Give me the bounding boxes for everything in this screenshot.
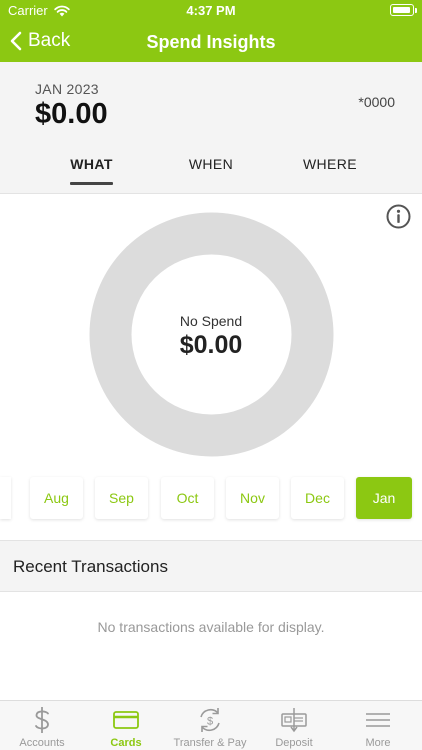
bottom-tab-bar: Accounts Cards $ Transfer & Pay Deposit … [0, 700, 422, 750]
battery-nub [415, 8, 417, 13]
donut-label: No Spend [179, 313, 243, 329]
dollar-icon [35, 707, 49, 733]
tabbar-item-deposit[interactable]: Deposit [252, 701, 336, 750]
tabbar-item-accounts[interactable]: Accounts [0, 701, 84, 750]
spend-summary: JAN 2023 $0.00 *0000 WHAT WHEN WHERE [0, 62, 422, 194]
account-number: *0000 [358, 94, 395, 110]
tabbar-item-cards[interactable]: Cards [84, 701, 168, 750]
battery-icon [390, 4, 414, 16]
svg-text:$: $ [207, 716, 213, 728]
recent-transactions-title: Recent Transactions [13, 557, 168, 576]
month-chip-dec[interactable]: Dec [291, 477, 344, 519]
check-deposit-icon [281, 708, 307, 733]
tabbar-label-cards: Cards [110, 737, 142, 749]
month-selector: Aug Sep Oct Nov Dec Jan [0, 474, 422, 522]
view-tabs: WHAT WHEN WHERE [0, 156, 422, 186]
month-chip-jan[interactable]: Jan [356, 477, 412, 519]
tabbar-item-transfer-pay[interactable]: $ Transfer & Pay [168, 701, 252, 750]
tab-what[interactable]: WHAT [70, 156, 113, 172]
month-chip-sep[interactable]: Sep [95, 477, 148, 519]
status-bar: Carrier 4:37 PM [0, 0, 422, 22]
tabbar-label-deposit: Deposit [275, 737, 313, 749]
total-spend: $0.00 [35, 98, 108, 130]
donut-value: $0.00 [179, 331, 243, 359]
tabbar-item-more[interactable]: More [336, 701, 420, 750]
month-chip-nov[interactable]: Nov [226, 477, 279, 519]
recent-transactions-header: Recent Transactions [0, 540, 422, 592]
tabbar-label-transfer-pay: Transfer & Pay [173, 737, 247, 749]
period-label: JAN 2023 [35, 81, 99, 97]
transfer-pay-icon: $ [200, 708, 220, 732]
tab-where[interactable]: WHERE [300, 156, 360, 172]
month-chip-aug[interactable]: Aug [30, 477, 83, 519]
hamburger-menu-icon [366, 713, 390, 727]
page-title: Spend Insights [146, 32, 276, 52]
tabbar-label-more: More [365, 737, 391, 749]
status-time: 4:37 PM [186, 3, 236, 18]
top-bar: Carrier 4:37 PM Back Spend Insights [0, 0, 422, 62]
card-icon [113, 711, 139, 729]
tabbar-label-accounts: Accounts [19, 737, 65, 749]
nav-bar: Back Spend Insights [0, 22, 422, 62]
month-chip-oct[interactable]: Oct [161, 477, 214, 519]
empty-transactions-message: No transactions available for display. [97, 619, 325, 635]
month-chip-partial[interactable] [0, 477, 11, 519]
tab-when[interactable]: WHEN [180, 156, 242, 172]
info-icon[interactable] [386, 204, 411, 229]
active-tab-indicator [70, 182, 113, 185]
